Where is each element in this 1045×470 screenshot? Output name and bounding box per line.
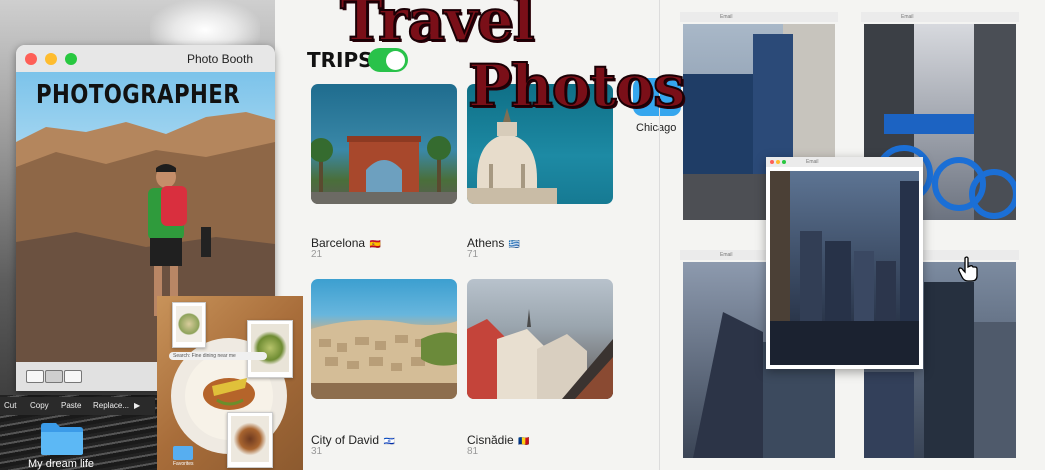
album-card-cisnadie[interactable] <box>467 279 613 399</box>
food-photo-window: Search: Fine dining near me Favorites <box>157 296 303 470</box>
album-name: Athens <box>467 236 505 250</box>
menu-item-paste[interactable]: Paste <box>61 401 81 410</box>
album-card-barcelona[interactable] <box>311 84 457 204</box>
preview-titlebar[interactable]: Email <box>766 157 923 167</box>
flag-israel-icon: 🇮🇱 <box>383 436 395 446</box>
window-title: Photo Booth <box>186 52 253 66</box>
food-search-bar[interactable]: Search: Fine dining near me <box>169 352 267 360</box>
chicago-river-photo <box>770 171 919 365</box>
chicago-folder-label[interactable]: Chicago <box>636 122 676 134</box>
minimize-button[interactable] <box>776 160 780 164</box>
context-menu: Cut Copy Paste Replace... ▶ <box>0 397 155 415</box>
river-skyline-illustration <box>770 171 919 365</box>
folder-label[interactable]: My dream life <box>28 458 94 470</box>
shot-window-titlebar[interactable]: Email <box>861 12 1019 22</box>
maximize-button[interactable] <box>782 160 786 164</box>
close-button[interactable] <box>25 53 37 65</box>
maximize-button[interactable] <box>65 53 77 65</box>
menu-item-replace[interactable]: Replace... <box>93 401 129 410</box>
food-thumbnail-salad[interactable] <box>172 302 206 348</box>
food-thumbnail-dessert[interactable] <box>227 412 273 468</box>
album-card-city-of-david[interactable] <box>311 279 457 399</box>
photo-overlay-label: PHOTOGRAPHER <box>36 80 241 110</box>
album-name: Barcelona <box>311 236 366 250</box>
album-name: Cisnădie <box>467 433 514 447</box>
arc-de-triomf-image <box>311 136 457 204</box>
shot-window-label: Email <box>720 252 733 258</box>
photo-preview-window[interactable]: Email <box>766 157 923 369</box>
preview-window-label: Email <box>806 159 819 165</box>
shot-window-label: Email <box>901 14 914 20</box>
album-count-cisnadie: 81 <box>467 446 479 457</box>
minimize-button[interactable] <box>45 53 57 65</box>
flag-spain-icon: 🇪🇸 <box>369 239 381 249</box>
menu-item-cut[interactable]: Cut <box>4 401 16 410</box>
shot-window-label: Email <box>720 14 733 20</box>
album-count-athens: 71 <box>467 249 479 260</box>
flag-romania-icon: 🇷🇴 <box>518 436 530 446</box>
headline-photos: Photos <box>467 51 687 121</box>
cisnadie-rooftops-image <box>467 309 613 399</box>
photo-booth-titlebar[interactable]: Photo Booth <box>16 45 275 73</box>
menu-more-arrow[interactable]: ▶ <box>134 401 140 410</box>
grid-view-icon[interactable] <box>26 370 44 383</box>
menu-item-copy[interactable]: Copy <box>30 401 49 410</box>
city-hillside-image <box>311 320 457 399</box>
food-thumbnail-greens[interactable] <box>247 320 293 378</box>
video-icon[interactable] <box>64 370 82 383</box>
folder-icon[interactable] <box>40 421 84 456</box>
hand-cursor-icon <box>958 256 978 282</box>
shot-window-titlebar[interactable]: Email <box>680 12 838 22</box>
favorites-folder-label: Favorites <box>173 461 194 467</box>
flag-greece-icon: 🇬🇷 <box>508 239 521 249</box>
favorites-folder-icon[interactable] <box>173 446 193 460</box>
album-count-barcelona: 21 <box>311 249 323 260</box>
portrait-view-icon[interactable] <box>45 370 63 383</box>
close-button[interactable] <box>770 160 774 164</box>
headline-travel: Travel <box>339 0 536 55</box>
album-name: City of David <box>311 433 380 447</box>
album-title-city-of-david: City of David 🇮🇱 <box>311 431 395 449</box>
album-count-city-of-david: 31 <box>311 446 323 457</box>
